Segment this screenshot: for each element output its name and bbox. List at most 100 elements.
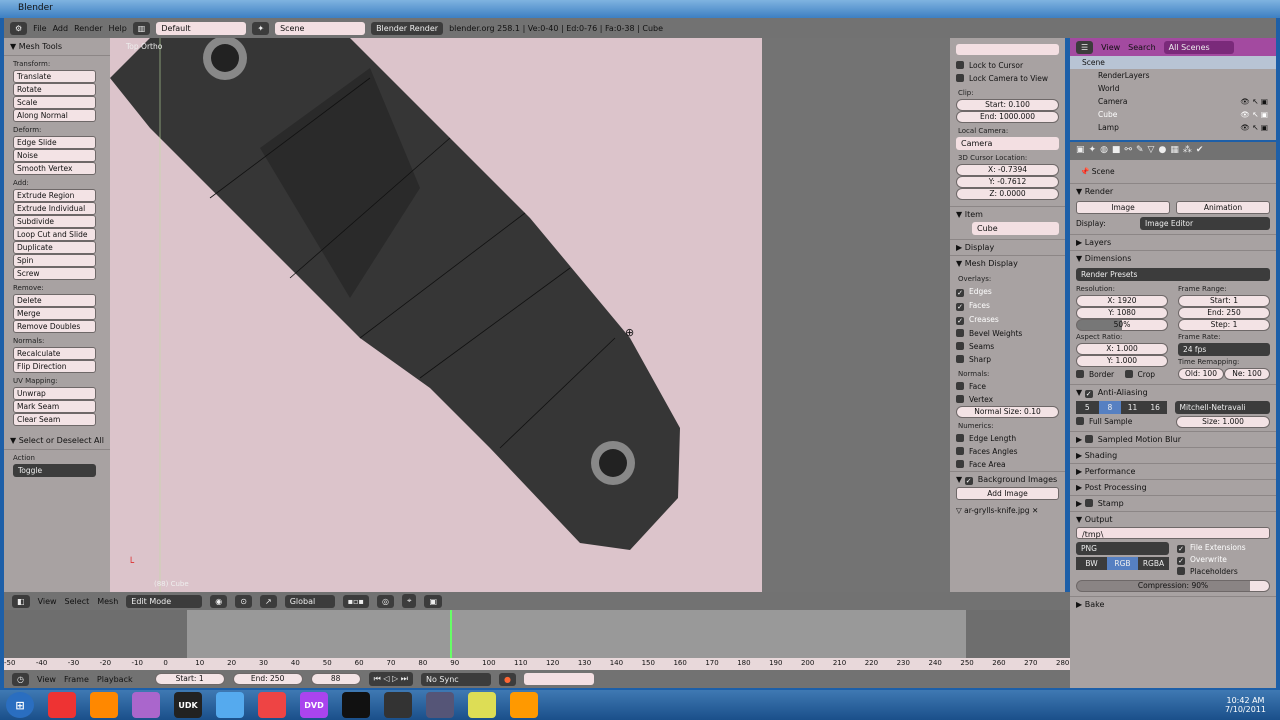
- tool-button[interactable]: Extrude Individual: [13, 202, 96, 215]
- render-presets-select[interactable]: Render Presets: [1076, 268, 1270, 281]
- menu-render[interactable]: Render: [74, 24, 102, 33]
- color-mode-button[interactable]: RGB: [1107, 557, 1138, 570]
- render-icon[interactable]: ▣: [424, 594, 443, 608]
- visibility-icons[interactable]: 👁 ↖ ▣: [1240, 108, 1276, 121]
- collapsed-panel-header[interactable]: ▶ Sampled Motion Blur: [1070, 431, 1276, 447]
- aa-filter-select[interactable]: Mitchell-Netravali: [1174, 401, 1270, 414]
- remove-icon[interactable]: ✕: [1032, 506, 1038, 515]
- tool-button[interactable]: Screw: [13, 267, 96, 280]
- aa-sample-button[interactable]: 11: [1121, 401, 1144, 414]
- render-animation-button[interactable]: Animation: [1176, 201, 1270, 214]
- visibility-icons[interactable]: 👁 ↖ ▣: [1240, 95, 1276, 108]
- normals-checkbox[interactable]: Face: [950, 380, 1065, 393]
- timeline-ruler[interactable]: -50 -40 -30 -20 -10 0 10 20 30 40 50 60 70 80 90 100 110…: [4, 658, 1070, 670]
- proportional-edit-icon[interactable]: ◎: [376, 594, 394, 608]
- timeline-area[interactable]: [4, 610, 1070, 670]
- particles-tab-icon[interactable]: ⁂: [1183, 145, 1192, 157]
- aa-sample-button[interactable]: 8: [1098, 401, 1122, 414]
- aspect-x-field[interactable]: X: 1.000: [1076, 343, 1168, 355]
- outliner-item[interactable]: RenderLayers: [1070, 69, 1276, 82]
- cursor-x-field[interactable]: X: -0.7394: [956, 164, 1059, 176]
- tool-button[interactable]: Clear Seam: [13, 413, 96, 426]
- collapsed-panel-header[interactable]: ▶ Post Processing: [1070, 479, 1276, 495]
- numerics-checkbox[interactable]: Edge Length: [950, 432, 1065, 445]
- tool-button[interactable]: Delete: [13, 294, 96, 307]
- taskbar-app-icon[interactable]: [468, 692, 496, 718]
- mesh-display-header[interactable]: ▼ Mesh Display: [950, 255, 1065, 271]
- clock[interactable]: 10:42 AM 7/10/2011: [1225, 696, 1280, 714]
- 3d-cursor-icon[interactable]: ⊕: [625, 326, 634, 339]
- resolution-percent-slider[interactable]: 50%: [1076, 319, 1168, 331]
- clip-start-field[interactable]: Start: 0.100: [956, 99, 1059, 111]
- bg-image-item[interactable]: ▽ ar-grylls-knife.jpg ✕: [950, 504, 1065, 517]
- checkbox-icon[interactable]: [1084, 435, 1093, 443]
- tool-button[interactable]: Recalculate: [13, 347, 96, 360]
- world-tab-icon[interactable]: ◍: [1100, 145, 1108, 157]
- display-select[interactable]: Image Editor: [1140, 217, 1270, 230]
- physics-tab-icon[interactable]: ✔: [1196, 145, 1204, 157]
- tool-button[interactable]: Along Normal: [13, 109, 96, 122]
- scene-field[interactable]: Scene: [275, 21, 366, 35]
- resolution-x-field[interactable]: X: 1920: [1076, 295, 1168, 307]
- tool-button[interactable]: Duplicate: [13, 241, 96, 254]
- overlays-checkbox[interactable]: ✓ Creases: [950, 313, 1065, 327]
- overlays-checkbox[interactable]: Sharp: [950, 353, 1065, 366]
- taskbar-inkscape-icon[interactable]: [342, 692, 370, 718]
- action-select[interactable]: Toggle: [13, 464, 96, 477]
- background-images-header[interactable]: ▼ ✓ Background Images: [950, 471, 1065, 487]
- dimensions-panel-header[interactable]: ▼ Dimensions: [1070, 250, 1276, 266]
- render-tab-icon[interactable]: ▣: [1076, 145, 1085, 157]
- numerics-checkbox[interactable]: Faces Angles: [950, 445, 1065, 458]
- tool-button[interactable]: Merge: [13, 307, 96, 320]
- orientation-select[interactable]: Global: [284, 594, 335, 608]
- editor-type-button[interactable]: ⚙: [10, 21, 28, 35]
- editor-type-button[interactable]: ☰: [1076, 40, 1094, 54]
- menu-frame[interactable]: Frame: [64, 675, 89, 684]
- texture-tab-icon[interactable]: ▦: [1170, 145, 1179, 157]
- snap-icon[interactable]: ⌖: [401, 594, 417, 608]
- taskbar-chrome-icon[interactable]: [48, 692, 76, 718]
- placeholders-checkbox[interactable]: Placeholders: [1177, 566, 1270, 577]
- tool-button[interactable]: Loop Cut and Slide: [13, 228, 96, 241]
- numerics-checkbox[interactable]: Face Area: [950, 458, 1065, 471]
- time-old-field[interactable]: Old: 100: [1178, 368, 1224, 380]
- tool-button[interactable]: Remove Doubles: [13, 320, 96, 333]
- object-tab-icon[interactable]: ■: [1112, 145, 1121, 157]
- frame-end-field[interactable]: End: 250: [1178, 307, 1270, 319]
- tool-button[interactable]: Subdivide: [13, 215, 96, 228]
- file-format-select[interactable]: PNG: [1076, 542, 1169, 555]
- material-tab-icon[interactable]: ●: [1158, 145, 1166, 157]
- layout-field[interactable]: Default: [156, 21, 247, 35]
- cursor-y-field[interactable]: Y: -0.7612: [956, 176, 1059, 188]
- taskbar-app-icon[interactable]: [384, 692, 412, 718]
- lock-object-field[interactable]: [956, 44, 1059, 55]
- scene-tab-icon[interactable]: ✦: [1089, 145, 1097, 157]
- sync-select[interactable]: No Sync: [420, 672, 491, 686]
- tool-button[interactable]: Rotate: [13, 83, 96, 96]
- constraints-tab-icon[interactable]: ⚯: [1124, 145, 1132, 157]
- scene-icon[interactable]: ✦: [252, 21, 270, 35]
- frame-step-field[interactable]: Step: 1: [1178, 319, 1270, 331]
- render-engine-select[interactable]: Blender Render: [371, 21, 444, 35]
- current-frame-field[interactable]: 88: [310, 673, 361, 685]
- render-image-button[interactable]: Image: [1076, 201, 1170, 214]
- aa-sample-button[interactable]: 16: [1143, 401, 1167, 414]
- visibility-icons[interactable]: 👁 ↖ ▣: [1240, 121, 1276, 134]
- mode-select[interactable]: Edit Mode: [126, 594, 203, 608]
- layers-panel-header[interactable]: ▶ Layers: [1070, 234, 1276, 250]
- normal-size-field[interactable]: Normal Size: 0.10: [956, 406, 1059, 418]
- output-panel-header[interactable]: ▼ Output: [1070, 511, 1276, 527]
- tool-button[interactable]: Extrude Region: [13, 189, 96, 202]
- tool-button[interactable]: Flip Direction: [13, 360, 96, 373]
- normals-checkbox[interactable]: Vertex: [950, 393, 1065, 406]
- taskbar-app-icon[interactable]: [258, 692, 286, 718]
- operator-header[interactable]: ▼ Select or Deselect All: [4, 432, 110, 450]
- taskbar-app-icon[interactable]: [426, 692, 454, 718]
- tool-button[interactable]: Edge Slide: [13, 136, 96, 149]
- display-panel-header[interactable]: ▶ Display: [950, 239, 1065, 255]
- modifiers-tab-icon[interactable]: ✎: [1136, 145, 1144, 157]
- menu-select[interactable]: Select: [65, 597, 90, 606]
- record-icon[interactable]: ●: [498, 672, 516, 686]
- checkbox-icon[interactable]: [1084, 499, 1093, 507]
- aa-sample-button[interactable]: 5: [1076, 401, 1099, 414]
